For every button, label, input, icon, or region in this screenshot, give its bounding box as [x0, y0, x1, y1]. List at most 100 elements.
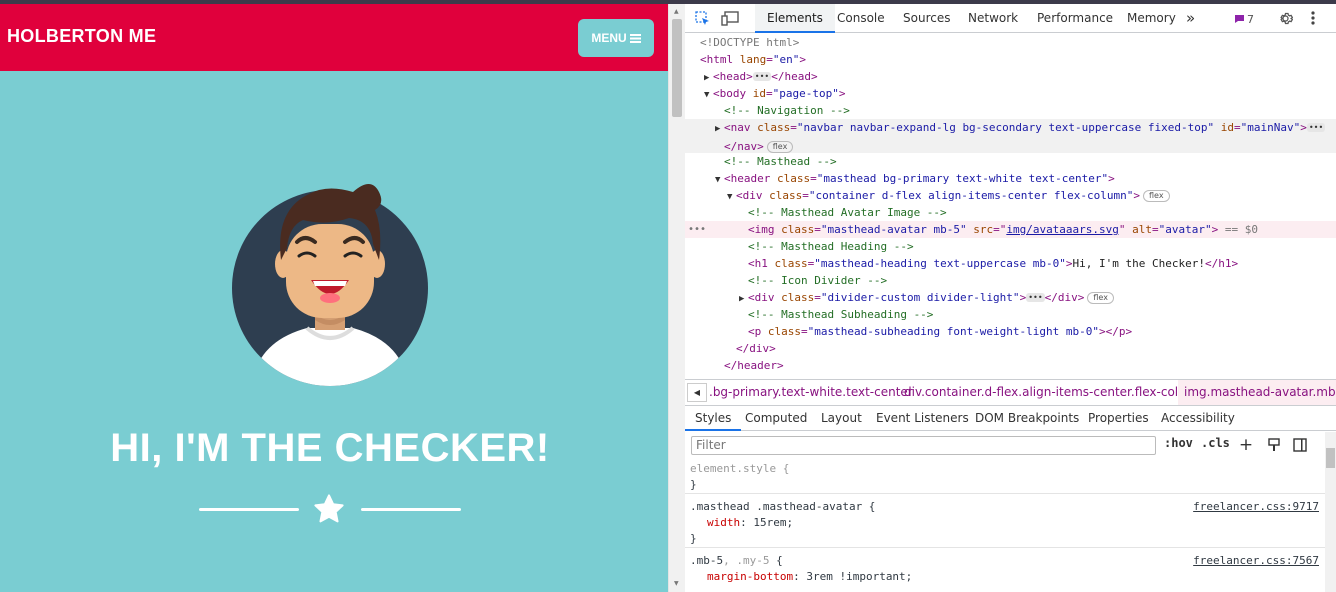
rule-masthead-avatar[interactable]: .masthead .masthead-avatar { freelancer.…	[685, 495, 1325, 548]
dom-line-container-div[interactable]: ▼ <div class="container d-flex align-item…	[685, 187, 1336, 204]
flex-badge[interactable]: flex	[1087, 292, 1114, 304]
rule-element-style[interactable]: element.style { }	[685, 458, 1325, 494]
rule-close-brace: }	[690, 478, 697, 491]
img-src-link[interactable]: img/avataaars.svg	[1006, 223, 1119, 236]
hov-toggle[interactable]: :hov	[1164, 436, 1193, 450]
rule-declaration[interactable]: margin-bottom: 3rem !important;	[707, 569, 912, 585]
tab-memory[interactable]: Memory	[1127, 4, 1176, 33]
dom-line-h1[interactable]: <h1 class="masthead-heading text-upperca…	[685, 255, 1336, 272]
styles-filter-input[interactable]: Filter	[691, 436, 1156, 455]
tab-performance[interactable]: Performance	[1037, 4, 1113, 33]
rule-declaration[interactable]: width: 15rem;	[707, 515, 793, 531]
page-viewport[interactable]: HOLBERTON ME MENU HI, I'M THE CHECKER!	[0, 4, 668, 592]
rule-source-link[interactable]: freelancer.css:9717	[1193, 499, 1319, 515]
header-attr-value: "masthead bg-primary text-white text-cen…	[816, 172, 1109, 185]
header-tag: <header	[724, 172, 771, 185]
dom-line-head[interactable]: ▶ <head> ••• </head>	[685, 68, 1336, 85]
tab-dom-breakpoints[interactable]: DOM Breakpoints	[975, 406, 1079, 431]
more-tabs-button[interactable]: »	[1186, 4, 1195, 33]
scroll-up-arrow[interactable]: ▲	[674, 8, 679, 15]
property-name: width	[707, 516, 741, 529]
div2-attr-name: class	[781, 291, 815, 304]
page-scrollbar-thumb[interactable]	[672, 19, 682, 117]
styles-filter-bar: Filter :hov .cls +	[685, 431, 1325, 458]
paint-brush-icon[interactable]	[1266, 436, 1282, 453]
breadcrumb-left-arrow-icon[interactable]: ◀	[687, 383, 707, 402]
tab-properties[interactable]: Properties	[1088, 406, 1149, 431]
dom-line-comment-masthead[interactable]: <!-- Masthead -->	[685, 153, 1336, 170]
h1-attr-name: class	[774, 257, 808, 270]
tab-layout[interactable]: Layout	[821, 406, 862, 431]
masthead-heading: HI, I'M THE CHECKER!	[110, 426, 550, 470]
h1-close-tag: </h1>	[1205, 257, 1239, 270]
tab-computed[interactable]: Computed	[745, 406, 807, 431]
issues-button[interactable]: 7	[1234, 11, 1254, 27]
tab-elements[interactable]: Elements	[755, 4, 835, 33]
comment-avatar: <!-- Masthead Avatar Image -->	[748, 206, 947, 219]
tab-sources[interactable]: Sources	[903, 4, 950, 33]
toggle-sidebar-icon[interactable]	[1292, 436, 1308, 453]
more-options-icon[interactable]	[1306, 10, 1320, 26]
header-close-tag: </header>	[724, 359, 784, 372]
styles-scrollbar-thumb[interactable]	[1326, 448, 1335, 468]
h1-text: Hi, I'm the Checker!	[1072, 257, 1205, 270]
rule-mb-5[interactable]: .mb-5, .my-5 { freelancer.css:7567 margi…	[685, 549, 1325, 592]
menu-button[interactable]: MENU	[578, 19, 654, 57]
brand-link[interactable]: HOLBERTON ME	[7, 26, 156, 47]
dom-line-divider-div[interactable]: ▶ <div class="divider-custom divider-ligh…	[685, 289, 1336, 306]
collapsed-ellipsis-icon[interactable]: •••	[1306, 123, 1326, 132]
dom-line-html[interactable]: <html lang="en">	[685, 51, 1336, 68]
menu-label: MENU	[591, 31, 627, 45]
page-scrollbar[interactable]: ▲ ▼	[668, 4, 685, 592]
div-tag: <div	[736, 189, 763, 202]
expand-triangle-icon[interactable]: ▶	[715, 121, 724, 138]
tab-console[interactable]: Console	[837, 4, 885, 33]
cls-toggle[interactable]: .cls	[1201, 436, 1230, 450]
dom-line-body[interactable]: ▼ <body id="page-top">	[685, 85, 1336, 102]
dom-line-comment-divider[interactable]: <!-- Icon Divider -->	[685, 272, 1336, 289]
dom-line-p[interactable]: <p class="masthead-subheading font-weigh…	[685, 323, 1336, 340]
selected-marker: == $0	[1224, 223, 1259, 236]
tab-styles[interactable]: Styles	[685, 406, 742, 431]
more-actions-ellipsis-icon[interactable]: •••	[688, 221, 706, 238]
dom-line-comment-heading[interactable]: <!-- Masthead Heading -->	[685, 238, 1336, 255]
dom-line-img-selected[interactable]: ••• <img class="masthead-avatar mb-5" src…	[685, 221, 1336, 238]
collapsed-ellipsis-icon[interactable]: •••	[1026, 293, 1045, 302]
nav-id-value: "mainNav"	[1240, 121, 1301, 134]
dom-line-doctype[interactable]: <!DOCTYPE html>	[685, 34, 1336, 51]
styles-scrollbar[interactable]	[1325, 432, 1336, 592]
icon-divider	[199, 493, 461, 527]
collapsed-ellipsis-icon[interactable]: •••	[752, 72, 772, 81]
inspect-element-icon[interactable]	[694, 10, 710, 26]
dom-line-comment-subheading[interactable]: <!-- Masthead Subheading -->	[685, 306, 1336, 323]
dom-line-comment-nav[interactable]: <!-- Navigation -->	[685, 102, 1336, 119]
breadcrumb: ◀ .bg-primary.text-white.text-center div…	[685, 379, 1336, 406]
styles-pane[interactable]: element.style { } .masthead .masthead-av…	[685, 458, 1325, 592]
dom-line-header[interactable]: ▼ <header class="masthead bg-primary text…	[685, 170, 1336, 187]
flex-badge[interactable]: flex	[1143, 190, 1170, 202]
dom-tree[interactable]: <!DOCTYPE html> <html lang="en"> ▶ <head>…	[685, 34, 1336, 379]
star-icon	[314, 494, 344, 523]
tab-accessibility[interactable]: Accessibility	[1161, 406, 1235, 431]
dom-line-comment-avatar[interactable]: <!-- Masthead Avatar Image -->	[685, 204, 1336, 221]
nav-close-tag: </nav>	[724, 140, 764, 153]
dom-line-nav[interactable]: ▶ <nav class="navbar navbar-expand-lg bg-…	[685, 119, 1336, 153]
p-attr-value: "masthead-subheading font-weight-light m…	[807, 325, 1100, 338]
dom-line-div-close[interactable]: </div>	[685, 340, 1336, 357]
breadcrumb-item-header[interactable]: .bg-primary.text-white.text-center	[709, 380, 913, 405]
new-style-rule-plus-icon[interactable]: +	[1238, 435, 1254, 455]
settings-gear-icon[interactable]	[1277, 10, 1293, 26]
tab-event-listeners[interactable]: Event Listeners	[876, 406, 969, 431]
rule-source-link[interactable]: freelancer.css:7567	[1193, 553, 1319, 569]
nav-tag: <nav	[724, 121, 751, 134]
rule-selector: element.style {	[690, 462, 790, 475]
breadcrumb-item-img[interactable]: img.masthead-avatar.mb-5	[1178, 380, 1336, 405]
breadcrumb-item-container[interactable]: div.container.d-flex.align-items-center.…	[904, 380, 1205, 405]
rule-close-brace: }	[690, 532, 697, 545]
device-toolbar-icon[interactable]	[721, 10, 739, 26]
div2-attr-value: "divider-custom divider-light"	[820, 291, 1020, 304]
flex-badge[interactable]: flex	[766, 141, 794, 153]
scroll-down-arrow[interactable]: ▼	[674, 580, 679, 587]
tab-network[interactable]: Network	[968, 4, 1018, 33]
dom-line-header-close[interactable]: </header>	[685, 357, 1336, 374]
